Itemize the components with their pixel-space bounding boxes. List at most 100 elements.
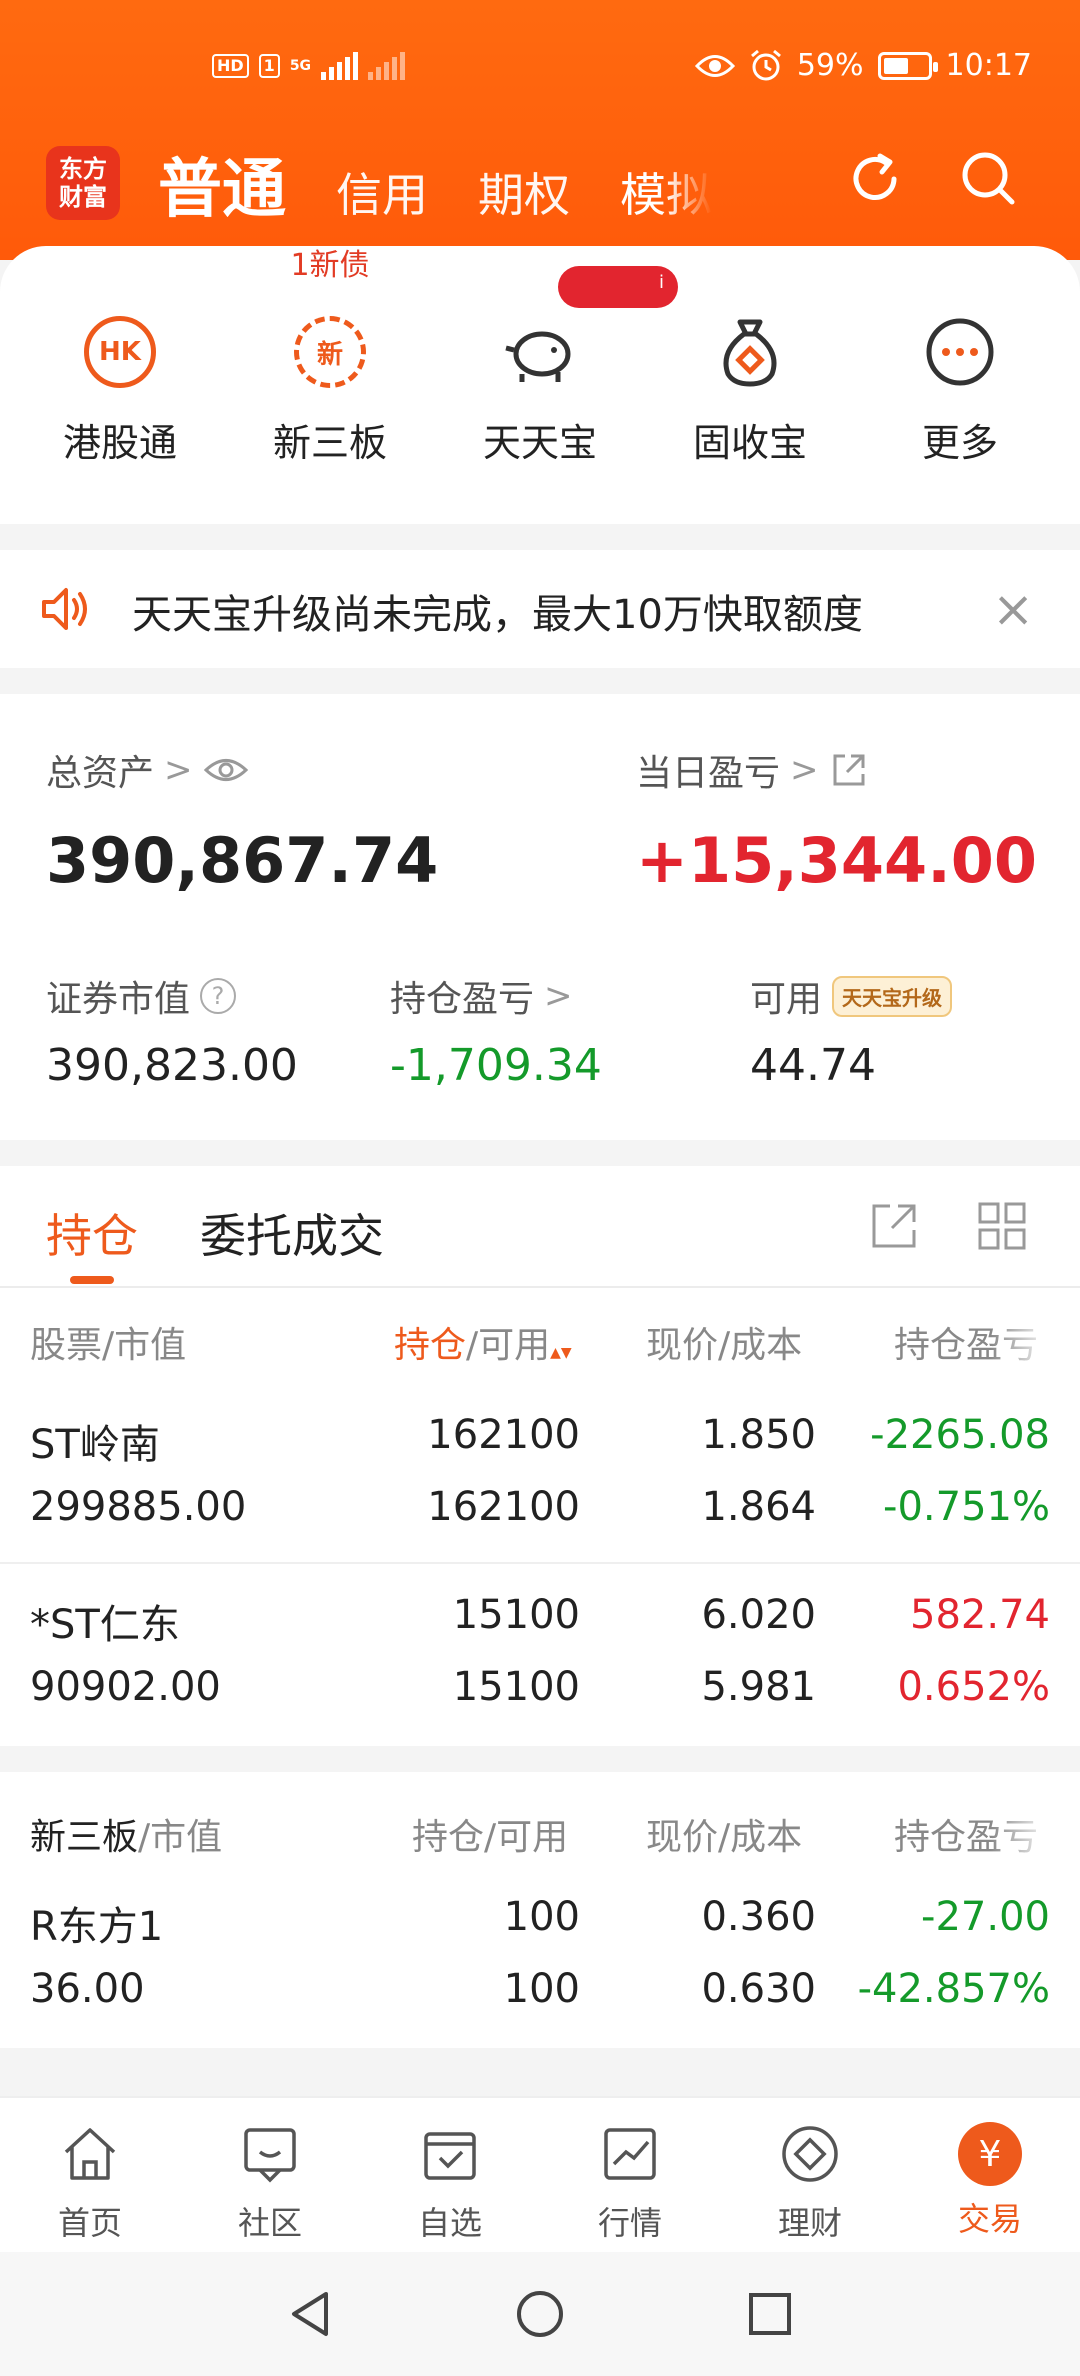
col-stock: 股票/市值 [30, 1316, 186, 1368]
close-icon[interactable]: × [992, 580, 1034, 638]
col-stock: 新三板/市值 [30, 1808, 222, 1860]
battery-percent: 59% [796, 48, 864, 83]
market-icon [604, 2128, 656, 2180]
total-assets-value: 390,867.74 [46, 824, 439, 897]
more-icon [926, 318, 994, 386]
available-qty: 15100 [452, 1664, 580, 1710]
col-hold: 持仓/可用 [412, 1817, 569, 1858]
chevron-right-icon: > [544, 976, 573, 1016]
shortcut-new-third-board[interactable]: 1新债 新 新三板 [225, 248, 435, 467]
shortcut-label: 固收宝 [692, 421, 807, 465]
search-icon[interactable] [956, 146, 1022, 212]
app-logo[interactable]: 东方 财富 [46, 146, 120, 220]
chevron-right-icon: > [790, 750, 819, 790]
shortcut-hk-connect[interactable]: HK 港股通 [15, 316, 225, 467]
tab-label: 自选 [417, 2204, 482, 2242]
eye-icon[interactable] [203, 755, 249, 785]
available-qty: 162100 [427, 1484, 580, 1530]
tab-label: 交易 [957, 2200, 1022, 2238]
positions-panel: 持仓 委托成交 股票/市值 持仓/可用▲▼ 现价/成本 持仓盈亏 ST岭南 29… [0, 1166, 1080, 1746]
export-icon[interactable] [868, 1200, 920, 1252]
current-price: 1.850 [701, 1412, 816, 1458]
available-qty: 100 [503, 1966, 580, 2012]
shortcut-tiantianbao[interactable]: i 天天宝 [435, 266, 678, 467]
status-left: HD 1 5G [212, 52, 406, 80]
alarm-icon [750, 49, 781, 80]
tab-simulation[interactable]: 模拟 [620, 159, 712, 225]
tab-options[interactable]: 期权 [478, 159, 570, 225]
refresh-icon[interactable] [842, 146, 908, 212]
tab-label: 首页 [57, 2204, 122, 2242]
upgrade-badge[interactable]: 天天宝升级 [832, 975, 953, 1017]
share-icon[interactable] [829, 750, 869, 790]
col-hold-sub: /可用 [466, 1325, 551, 1366]
col-stock-text: 股票 [30, 1325, 103, 1366]
active-tab-indicator [70, 1276, 114, 1284]
hold-qty: 162100 [427, 1412, 580, 1458]
daily-pnl-label[interactable]: 当日盈亏 > [636, 744, 869, 796]
sort-icon: ▲▼ [550, 1345, 572, 1361]
total-assets-label[interactable]: 总资产 > [46, 744, 249, 796]
logo-line-1: 东方 [59, 155, 107, 183]
holding-pnl-value: -1,709.34 [390, 1040, 602, 1091]
holding-pnl-percent: -42.857% [857, 1966, 1050, 2012]
available-label: 可用 天天宝升级 [750, 970, 953, 1022]
tab-normal[interactable]: 普通 [158, 138, 286, 230]
chevron-right-icon: > [164, 750, 193, 790]
promo-badge: i [558, 266, 678, 308]
stock-name: R东方1 [30, 1904, 164, 1950]
top-nav: 东方 财富 普通 信用 期权 模拟 [46, 138, 1036, 227]
notice-bar[interactable]: 天天宝升级尚未完成，最大10万快取额度 × [0, 550, 1080, 668]
shortcut-label: 港股通 [62, 421, 177, 465]
trade-icon: ¥ [958, 2122, 1022, 2186]
new-board-icon: 新 [294, 316, 366, 388]
daily-pnl-text: 当日盈亏 [636, 753, 781, 794]
hold-qty: 100 [503, 1894, 580, 1940]
system-nav-bar [0, 2252, 1080, 2376]
shortcut-more[interactable]: 更多 [855, 316, 1065, 467]
tab-home[interactable]: 首页 [0, 2098, 180, 2252]
col-hold[interactable]: 持仓/可用▲▼ [394, 1316, 572, 1368]
app-header: HD 1 5G 59% 10:17 东方 财富 普通 信用 期权 模拟 [0, 0, 1080, 260]
tab-label: 社区 [237, 2204, 302, 2242]
holding-pnl: -2265.08 [870, 1412, 1050, 1458]
shortcut-fixed-income[interactable]: 固收宝 [645, 316, 855, 467]
market-value-text: 证券市值 [46, 979, 191, 1020]
hold-qty: 15100 [452, 1592, 580, 1638]
recents-icon[interactable] [742, 2286, 798, 2342]
grid-icon[interactable] [976, 1200, 1028, 1252]
tab-wealth[interactable]: 理财 [720, 2098, 900, 2252]
tab-market[interactable]: 行情 [540, 2098, 720, 2252]
home-circle-icon[interactable] [512, 2286, 568, 2342]
stock-market-value: 36.00 [30, 1966, 145, 2012]
tab-orders[interactable]: 委托成交 [200, 1200, 384, 1266]
signal-2-icon [368, 52, 406, 80]
stock-name: ST岭南 [30, 1422, 160, 1468]
tab-community[interactable]: 社区 [180, 2098, 360, 2252]
status-right: 59% 10:17 [694, 48, 1032, 83]
tab-trade[interactable]: ¥ 交易 [900, 2098, 1080, 2252]
help-icon[interactable]: ? [200, 978, 237, 1014]
holding-pnl-percent: -0.751% [883, 1484, 1050, 1530]
col-hold-text: 持仓 [394, 1325, 467, 1366]
tab-label: 理财 [777, 2204, 842, 2242]
col-price: 现价/成本 [646, 1817, 803, 1858]
market-value: 390,823.00 [46, 1040, 298, 1091]
battery-level [883, 57, 909, 74]
tab-watchlist[interactable]: 自选 [360, 2098, 540, 2252]
bottom-tab-bar: 首页 社区 自选 行情 理财 ¥ 交易 [0, 2096, 1080, 2252]
stock-market-value: 90902.00 [30, 1664, 221, 1710]
back-icon[interactable] [282, 2286, 338, 2342]
shortcut-card: HK 港股通 1新债 新 新三板 i 天天宝 固收宝 更多 [0, 246, 1080, 524]
col-price: 现价/成本 [646, 1325, 803, 1366]
tab-credit[interactable]: 信用 [336, 159, 428, 225]
cost-price: 0.630 [701, 1966, 816, 2012]
shortcut-label: 更多 [921, 421, 998, 465]
community-icon [244, 2128, 296, 2183]
holding-pnl: -27.00 [921, 1894, 1050, 1940]
promo-badge-text: i [658, 272, 664, 293]
clock: 10:17 [945, 48, 1032, 83]
signal-icon [321, 52, 359, 80]
holding-pnl-label[interactable]: 持仓盈亏 > [390, 970, 573, 1022]
tab-holdings[interactable]: 持仓 [46, 1200, 138, 1266]
